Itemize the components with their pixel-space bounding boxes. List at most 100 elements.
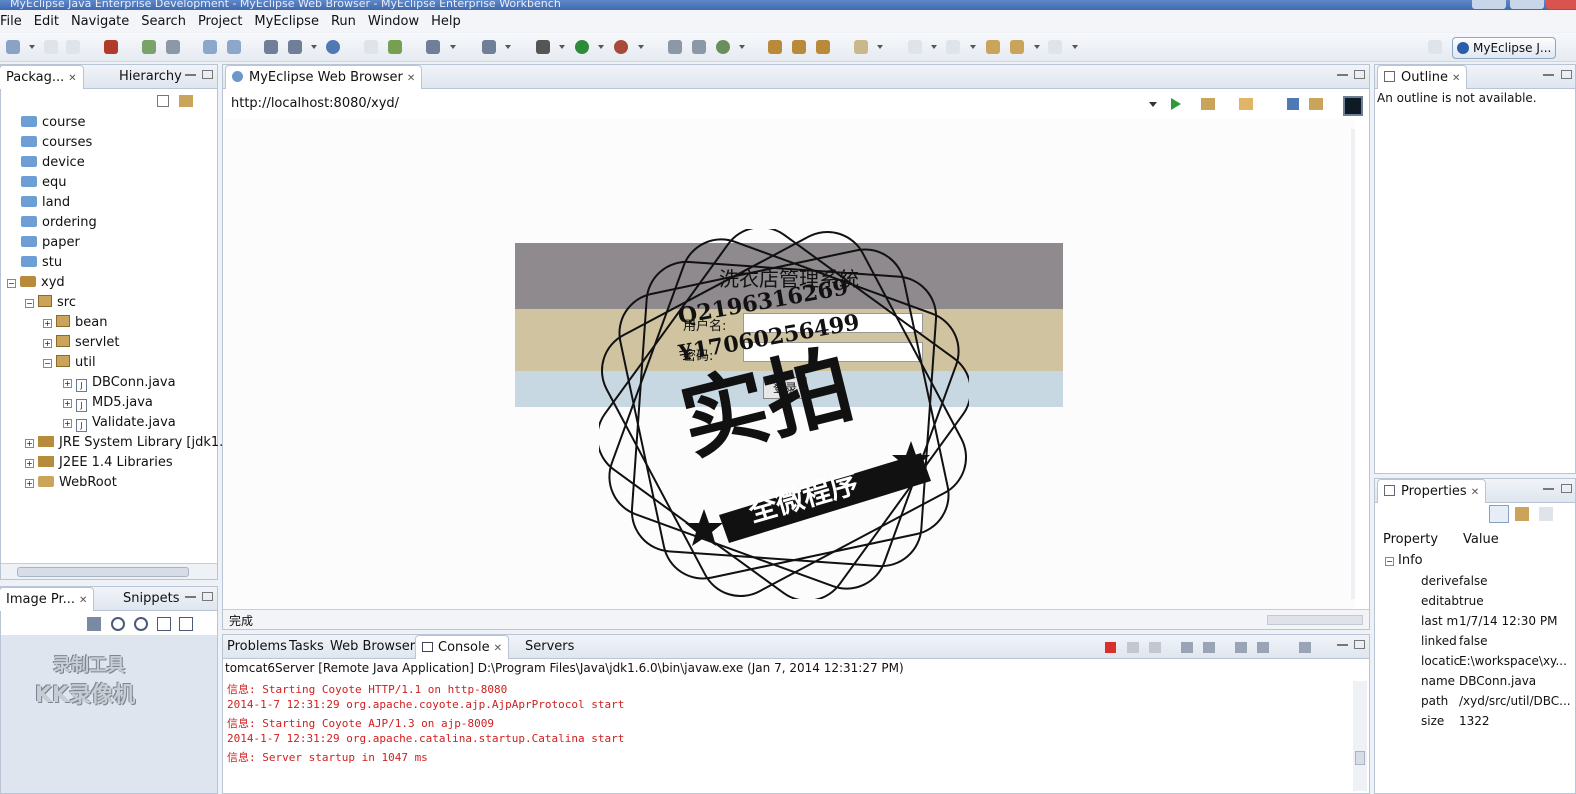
menu-run[interactable]: Run	[325, 14, 362, 29]
deploy-icon[interactable]	[142, 40, 156, 54]
property-row[interactable]: name DBConn.java	[1375, 671, 1575, 691]
property-row[interactable]: locatic E:\workspace\xy...	[1375, 651, 1575, 671]
link-editor-icon[interactable]	[179, 95, 193, 107]
minimize-window-button[interactable]	[1472, 0, 1506, 9]
disabled-tool-icon[interactable]	[364, 40, 378, 54]
last-edit-icon[interactable]	[986, 40, 1000, 54]
clear-console-icon[interactable]	[1181, 642, 1193, 653]
minimize-icon[interactable]	[1337, 74, 1348, 76]
tab-console[interactable]: Console ✕	[415, 635, 509, 659]
debug-icon[interactable]	[536, 40, 550, 54]
menu-project[interactable]: Project	[192, 14, 248, 29]
viewport-scrollbar[interactable]	[1351, 129, 1355, 599]
tab-properties[interactable]: Properties ✕	[1377, 479, 1487, 503]
stop-icon[interactable]	[1287, 98, 1299, 110]
tree-item-jre[interactable]: + JRE System Library [jdk1.6.0	[25, 433, 244, 453]
new-java-class-icon[interactable]	[668, 40, 682, 54]
tab-web-browser[interactable]: MyEclipse Web Browser ✕	[225, 65, 423, 89]
new-web-project-icon[interactable]	[203, 40, 217, 54]
menu-file[interactable]: File	[0, 14, 28, 29]
property-row[interactable]: path/xyd/src/util/DBC...	[1375, 691, 1575, 711]
tree-item-md5[interactable]: + J MD5.java	[63, 393, 153, 413]
group-info[interactable]: − Info	[1385, 553, 1423, 568]
maximize-icon[interactable]	[1561, 70, 1572, 79]
tab-snippets[interactable]: Snippets	[123, 587, 179, 611]
menu-edit[interactable]: Edit	[28, 14, 65, 29]
restore-default-icon[interactable]	[1539, 507, 1553, 521]
minimize-icon[interactable]	[1543, 74, 1554, 76]
display-console-icon[interactable]	[1257, 642, 1269, 653]
property-row[interactable]: editab true	[1375, 591, 1575, 611]
open-task-icon[interactable]	[816, 40, 830, 54]
image-tool-icon[interactable]	[426, 40, 440, 54]
fit-window-icon[interactable]	[179, 617, 193, 631]
tab-tasks[interactable]: Tasks	[289, 635, 324, 659]
open-perspective-button-icon[interactable]	[1428, 40, 1442, 54]
tab-outline[interactable]: Outline ✕	[1377, 65, 1468, 89]
tree-item-util[interactable]: − util	[43, 353, 96, 373]
tab-servers[interactable]: Servers	[525, 635, 574, 659]
run-server-icon[interactable]	[288, 40, 302, 54]
tools-icon[interactable]	[1201, 98, 1215, 110]
external-tools-icon[interactable]	[614, 40, 628, 54]
horizontal-scrollbar[interactable]	[1, 563, 217, 579]
tab-web-browser-view[interactable]: Web Browser	[330, 635, 415, 659]
new-icon[interactable]	[6, 40, 20, 54]
tree-item-bean[interactable]: + bean	[43, 313, 107, 333]
web-service-icon[interactable]	[482, 40, 496, 54]
actual-size-icon[interactable]	[157, 617, 171, 631]
go-icon[interactable]	[1171, 98, 1181, 110]
tree-item-ordering[interactable]: ordering	[21, 213, 97, 233]
prev-annotation-icon[interactable]	[946, 40, 960, 54]
tree-item-src[interactable]: − src	[25, 293, 76, 313]
collapse-all-icon[interactable]	[157, 95, 169, 107]
minimize-icon[interactable]	[185, 596, 196, 598]
url-dropdown-icon[interactable]	[1149, 102, 1157, 107]
tree-item-paper[interactable]: paper	[21, 233, 80, 253]
close-icon[interactable]: ✕	[68, 73, 76, 84]
tree-item-j2ee[interactable]: + J2EE 1.4 Libraries	[25, 453, 173, 473]
tree-item-device[interactable]: device	[21, 153, 85, 173]
url-input[interactable]: http://localhost:8080/xyd/	[227, 93, 1165, 115]
maximize-icon[interactable]	[1561, 484, 1572, 493]
tree-item-xyd[interactable]: − xyd	[7, 273, 65, 293]
maximize-icon[interactable]	[202, 70, 213, 79]
deploy-project-icon[interactable]	[264, 40, 278, 54]
remove-launch-icon[interactable]	[1127, 642, 1139, 653]
property-row[interactable]: linked false	[1375, 631, 1575, 651]
advanced-icon[interactable]	[1515, 507, 1529, 521]
tree-item-stu[interactable]: stu	[21, 253, 62, 273]
menu-help[interactable]: Help	[425, 14, 467, 29]
tree-item-equ[interactable]: equ	[21, 173, 67, 193]
browser-icon[interactable]	[326, 40, 340, 54]
maximize-icon[interactable]	[202, 592, 213, 601]
next-annotation-icon[interactable]	[908, 40, 922, 54]
close-icon[interactable]: ✕	[1471, 487, 1479, 498]
close-icon[interactable]: ✕	[494, 643, 502, 654]
close-icon[interactable]: ✕	[1452, 73, 1460, 84]
save-icon[interactable]	[44, 40, 58, 54]
tab-hierarchy[interactable]: Hierarchy	[119, 65, 182, 89]
new-package-icon[interactable]	[692, 40, 706, 54]
fit-image-icon[interactable]	[87, 617, 101, 631]
menu-window[interactable]: Window	[362, 14, 425, 29]
open-perspective-icon[interactable]	[104, 40, 118, 54]
run-icon[interactable]	[575, 40, 589, 54]
annotation-icon[interactable]	[854, 40, 868, 54]
minimize-icon[interactable]	[1337, 644, 1348, 646]
property-row[interactable]: last m 1/7/14 12:30 PM	[1375, 611, 1575, 631]
categories-icon[interactable]	[1489, 505, 1509, 523]
print-icon[interactable]	[66, 40, 80, 54]
close-icon[interactable]: ✕	[79, 595, 87, 606]
pin-console-icon[interactable]	[1235, 642, 1247, 653]
open-console-icon[interactable]	[1299, 642, 1311, 653]
tree-item-course[interactable]: course	[21, 113, 85, 133]
maximize-icon[interactable]	[1354, 70, 1365, 79]
tree-item-dbconn[interactable]: + J DBConn.java	[63, 373, 176, 393]
menu-navigate[interactable]: Navigate	[65, 14, 135, 29]
perspective-switcher[interactable]: MyEclipse J...	[1452, 37, 1556, 59]
close-window-button[interactable]	[1546, 0, 1576, 9]
refresh-tool-icon[interactable]	[388, 40, 402, 54]
console-scrollbar[interactable]	[1353, 681, 1367, 791]
close-icon[interactable]: ✕	[407, 73, 415, 84]
